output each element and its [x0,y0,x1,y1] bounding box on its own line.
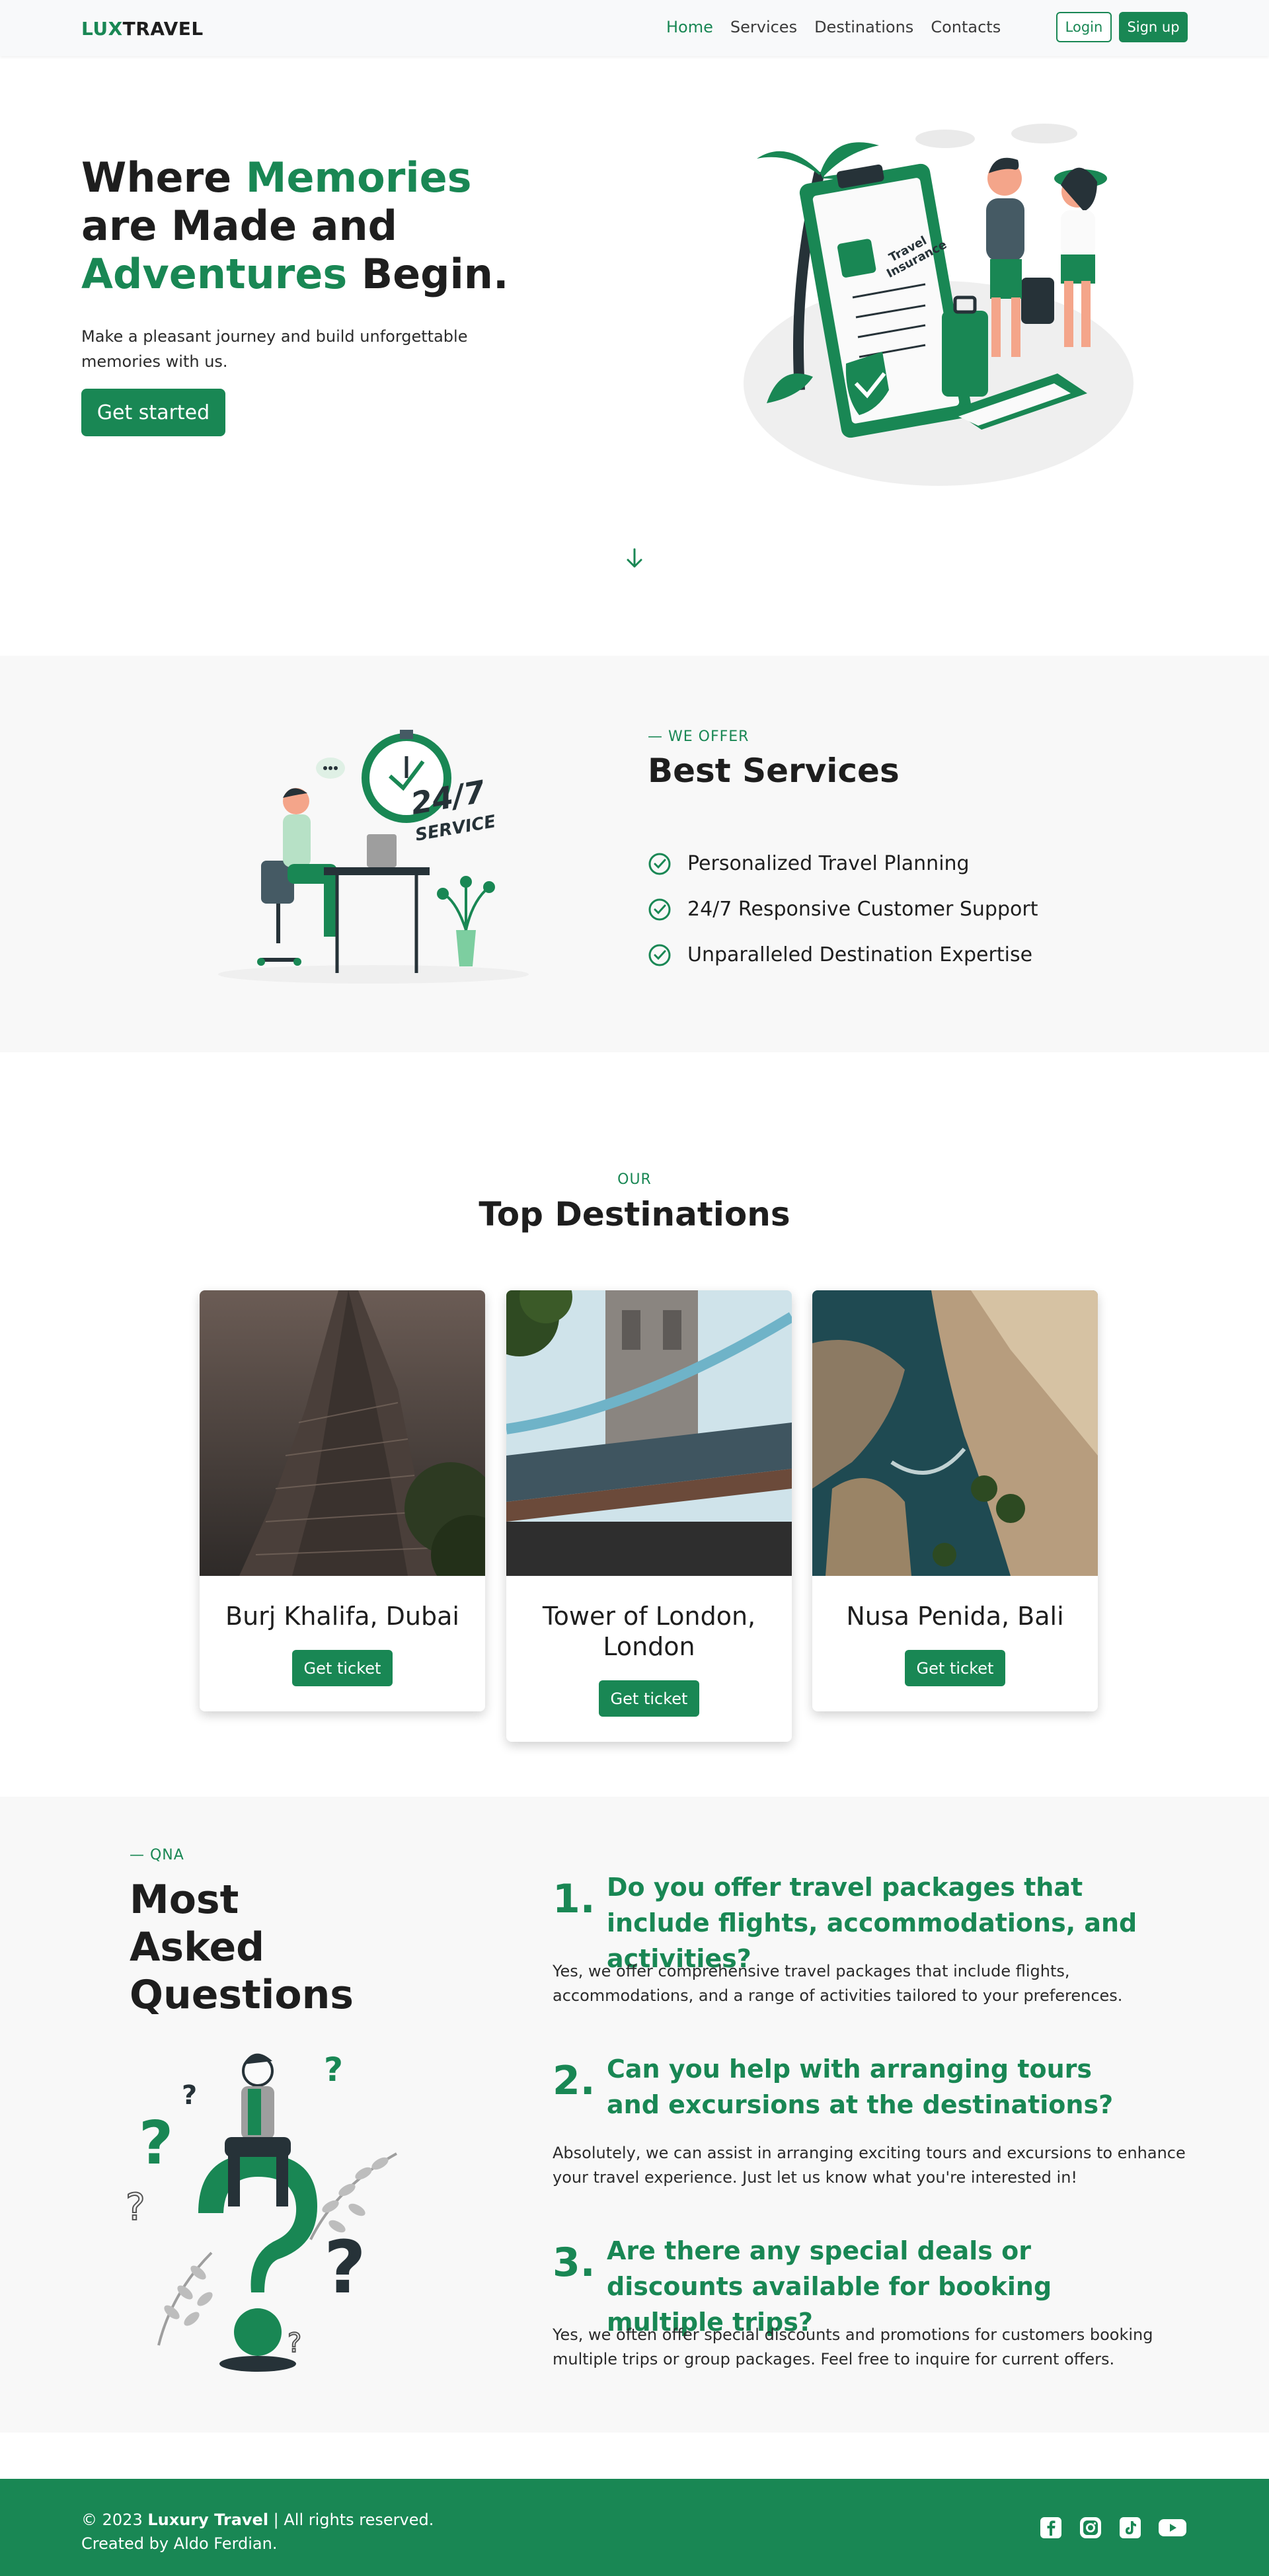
tiktok-icon[interactable] [1118,2516,1142,2540]
footer: © 2023 Luxury Travel | All rights reserv… [0,2479,1269,2576]
youtube-icon[interactable] [1158,2516,1187,2540]
question-text: Can you help with arranging tours and ex… [607,2054,1114,2119]
check-circle-icon [648,853,671,875]
hero-subtitle: Make a pleasant journey and build unforg… [81,327,468,371]
nav-link-destinations[interactable]: Destinations [814,18,913,36]
card-title: Nusa Penida, Bali [846,1602,1064,1631]
get-ticket-button[interactable]: Get ticket [905,1650,1005,1686]
social-icons [1039,2516,1187,2540]
nav-link-services[interactable]: Services [730,18,797,36]
answer-text: Absolutely, we can assist in arranging e… [553,2144,1186,2187]
service-item: 24/7 Responsive Customer Support [648,886,1038,932]
brand-logo[interactable]: LUXTRAVEL [81,18,204,40]
svg-text:?: ? [126,2186,145,2229]
destination-card-dubai: Burj Khalifa, Dubai Get ticket [200,1290,485,1711]
destinations-title: Top Destinations [479,1195,790,1233]
brand-lux: LUX [81,18,123,40]
question-number: 3. [553,2240,596,2286]
card-title: Tower of London, London [542,1602,756,1661]
qna-section: — QNA Most Asked Questions ? ? ? ? ? ? 1… [0,1797,1269,2433]
footer-text: © 2023 Luxury Travel | All rights reserv… [81,2508,434,2556]
card-title: Burj Khalifa, Dubai [225,1602,459,1631]
signup-button[interactable]: Sign up [1119,12,1188,42]
service-item: Unparalleled Destination Expertise [648,932,1038,978]
company-name: Luxury Travel [147,2511,269,2529]
travel-insurance-illustration: Travel Insurance [744,124,1134,486]
support-service-illustration: 24/7 SERVICE [218,730,529,984]
svg-text:?: ? [182,2080,197,2111]
svg-text:?: ? [324,2050,343,2089]
tower-bridge-photo [506,1290,792,1576]
svg-text:?: ? [324,2225,366,2310]
nusa-penida-photo [812,1290,1098,1576]
svg-text:?: ? [139,2109,173,2178]
service-label: Unparalleled Destination Expertise [687,943,1033,966]
login-button[interactable]: Login [1056,12,1112,42]
navbar: LUXTRAVEL Home Services Destinations Con… [0,0,1269,56]
service-label: Personalized Travel Planning [687,852,970,875]
get-ticket-button[interactable]: Get ticket [292,1650,393,1686]
copyright: © 2023 Luxury Travel | All rights reserv… [81,2511,434,2529]
answer-text: Yes, we offer comprehensive travel packa… [553,1962,1123,2005]
question-marks-illustration: ? ? ? ? ? ? [125,2050,397,2372]
nav-link-home[interactable]: Home [666,18,713,36]
destination-card-bali: Nusa Penida, Bali Get ticket [812,1290,1098,1711]
nav-links: Home Services Destinations Contacts [666,18,1001,36]
answer-text: Yes, we often offer special discounts an… [553,2325,1153,2368]
question-number: 1. [553,1876,596,1922]
facebook-icon[interactable] [1039,2516,1063,2540]
services-title: Best Services [648,752,900,790]
qna-title: Most Asked Questions [130,1877,354,2018]
get-ticket-button[interactable]: Get ticket [599,1680,699,1717]
nav-link-contacts[interactable]: Contacts [931,18,1001,36]
qna-eyebrow: — QNA [130,1847,184,1863]
services-section: 24/7 SERVICE — WE OFFER Best Services Pe… [0,656,1269,1052]
services-list: Personalized Travel Planning 24/7 Respon… [648,841,1038,978]
check-circle-icon [648,944,671,966]
brand-travel: TRAVEL [122,18,204,40]
destinations-eyebrow: OUR [617,1171,652,1188]
question-number: 2. [553,2058,596,2104]
check-circle-icon [648,898,671,920]
svg-text:?: ? [288,2328,301,2359]
service-label: 24/7 Responsive Customer Support [687,898,1038,921]
get-started-button[interactable]: Get started [81,389,225,436]
burj-khalifa-photo [200,1290,485,1576]
services-eyebrow: — WE OFFER [648,728,750,745]
service-item: Personalized Travel Planning [648,841,1038,886]
destination-card-london: Tower of London, London Get ticket [506,1290,792,1742]
credit: Created by Aldo Ferdian. [81,2534,278,2553]
arrow-down-icon[interactable] [621,545,648,572]
hero-title: Where Memories are Made and Adventures B… [81,153,509,298]
instagram-icon[interactable] [1079,2516,1102,2540]
